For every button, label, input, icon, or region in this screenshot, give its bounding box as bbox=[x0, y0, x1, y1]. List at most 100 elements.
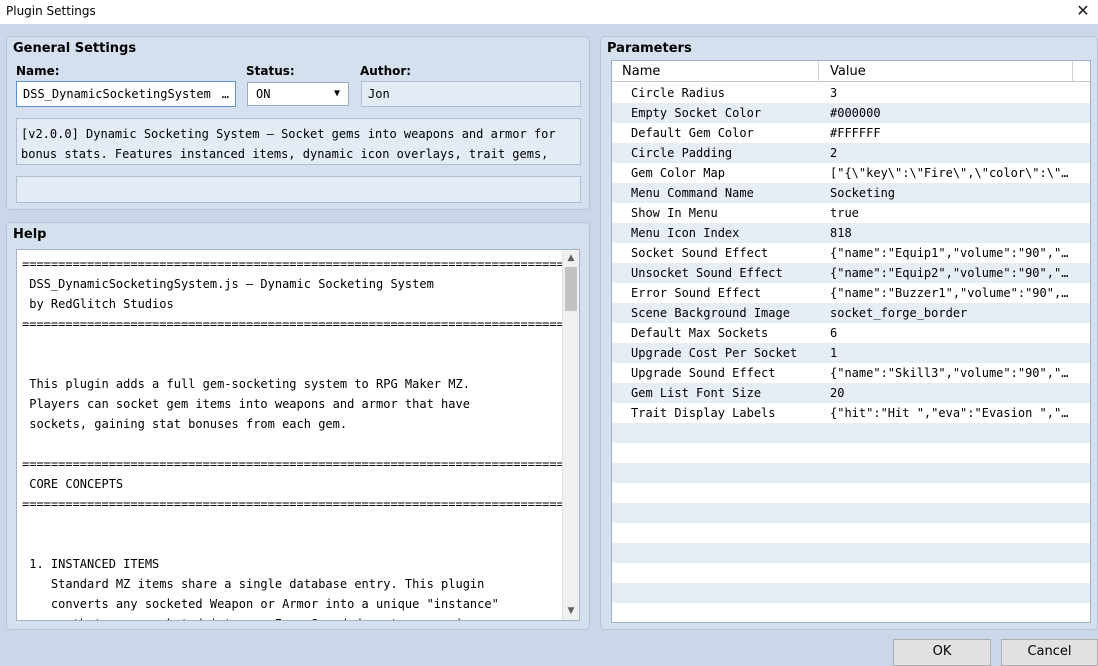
parameter-row[interactable]: Circle Padding 2 bbox=[612, 143, 1090, 163]
parameter-value: {"name":"Buzzer1","volume":"90",… bbox=[830, 286, 1069, 300]
parameter-row[interactable]: Trait Display Labels {"hit":"Hit ","eva":… bbox=[612, 403, 1090, 423]
chevron-down-icon: ▼ bbox=[333, 88, 340, 99]
parameters-table: Name Value Circle Radius 3 Empty Socket Co… bbox=[611, 60, 1091, 623]
description-field[interactable]: [v2.0.0] Dynamic Socketing System – Sock… bbox=[16, 118, 581, 165]
status-select[interactable]: ON ▼ bbox=[247, 82, 349, 106]
ok-button[interactable]: OK bbox=[893, 639, 991, 666]
parameter-value: #000000 bbox=[830, 106, 881, 120]
help-line bbox=[22, 334, 571, 354]
help-line: This plugin adds a full gem-socketing sy… bbox=[22, 377, 470, 391]
description-line-1: [v2.0.0] Dynamic Socketing System – Sock… bbox=[21, 127, 556, 141]
parameter-row[interactable]: Menu Icon Index 818 bbox=[612, 223, 1090, 243]
parameter-row[interactable]: Empty Socket Color #000000 bbox=[612, 103, 1090, 123]
help-title: Help bbox=[13, 227, 47, 242]
parameter-value: Socketing bbox=[830, 186, 896, 200]
parameter-row[interactable]: Menu Command Name Socketing bbox=[612, 183, 1090, 203]
parameter-name: Socket Sound Effect bbox=[631, 246, 769, 260]
help-line: converts any socketed Weapon or Armor in… bbox=[22, 597, 499, 611]
empty-row bbox=[612, 563, 1090, 583]
column-header-name[interactable]: Name bbox=[622, 64, 660, 79]
parameter-row[interactable]: Upgrade Cost Per Socket 1 bbox=[612, 343, 1090, 363]
parameter-value: {"name":"Equip2","volume":"90","… bbox=[830, 266, 1069, 280]
parameter-row[interactable]: Gem Color Map ["{\"key\":\"Fire\",\"color… bbox=[612, 163, 1090, 183]
help-line: by RedGlitch Studios bbox=[22, 297, 174, 311]
status-value: ON bbox=[256, 87, 271, 101]
help-content: ========================================… bbox=[22, 254, 572, 620]
parameter-value: socket_forge_border bbox=[830, 306, 968, 320]
author-field[interactable]: Jon bbox=[361, 81, 581, 107]
help-line: ========================================… bbox=[22, 317, 572, 331]
parameter-name: Menu Command Name bbox=[631, 186, 754, 200]
help-line: ========================================… bbox=[22, 257, 572, 271]
parameter-name: Circle Radius bbox=[631, 86, 725, 100]
parameter-name: Unsocket Sound Effect bbox=[631, 266, 783, 280]
parameter-row[interactable]: Unsocket Sound Effect {"name":"Equip2","v… bbox=[612, 263, 1090, 283]
help-scrollbar[interactable]: ▲ ▼ bbox=[562, 250, 579, 620]
help-line: sockets, gaining stat bonuses from each … bbox=[22, 417, 348, 431]
help-line bbox=[22, 354, 571, 374]
general-settings-title: General Settings bbox=[13, 41, 137, 56]
empty-row bbox=[612, 463, 1090, 483]
parameter-row[interactable]: Upgrade Sound Effect {"name":"Skill3","vo… bbox=[612, 363, 1090, 383]
parameter-row[interactable]: Scene Background Image socket_forge_borde… bbox=[612, 303, 1090, 323]
description-line-2: bonus stats. Features instanced items, d… bbox=[21, 147, 549, 161]
empty-row bbox=[612, 443, 1090, 463]
scroll-down-icon[interactable]: ▼ bbox=[563, 603, 579, 620]
cancel-button[interactable]: Cancel bbox=[1001, 639, 1098, 666]
parameter-value: 2 bbox=[830, 146, 838, 160]
parameter-name: Upgrade Sound Effect bbox=[631, 366, 776, 380]
empty-row bbox=[612, 503, 1090, 523]
parameter-name: Gem List Font Size bbox=[631, 386, 762, 400]
name-value: DSS_DynamicSocketingSystem bbox=[23, 87, 211, 101]
empty-row bbox=[612, 483, 1090, 503]
parameter-row[interactable]: Show In Menu true bbox=[612, 203, 1090, 223]
parameter-row[interactable]: Default Gem Color #FFFFFF bbox=[612, 123, 1090, 143]
help-text-area[interactable]: ========================================… bbox=[16, 249, 580, 621]
parameter-value: 1 bbox=[830, 346, 838, 360]
parameter-row[interactable]: Socket Sound Effect {"name":"Equip1","vol… bbox=[612, 243, 1090, 263]
parameter-name: Trait Display Labels bbox=[631, 406, 776, 420]
close-icon[interactable]: ✕ bbox=[1074, 1, 1092, 21]
name-browse-button[interactable]: … bbox=[222, 82, 229, 106]
parameter-name: Gem Color Map bbox=[631, 166, 725, 180]
parameter-name: Default Gem Color bbox=[631, 126, 754, 140]
help-line: so that gems socketed into one Iron Swor… bbox=[22, 614, 571, 620]
parameters-title: Parameters bbox=[607, 41, 692, 56]
help-panel: Help ===================================… bbox=[6, 222, 590, 630]
empty-row bbox=[612, 523, 1090, 543]
parameter-row[interactable]: Error Sound Effect {"name":"Buzzer1","vol… bbox=[612, 283, 1090, 303]
column-divider[interactable] bbox=[818, 61, 819, 82]
help-line bbox=[22, 514, 571, 534]
parameters-panel: Parameters Name Value Circle Radius 3 Empt… bbox=[600, 36, 1098, 630]
help-line: DSS_DynamicSocketingSystem.js – Dynamic … bbox=[22, 277, 434, 291]
parameter-value: {"name":"Skill3","volume":"90","… bbox=[830, 366, 1069, 380]
parameter-name: Error Sound Effect bbox=[631, 286, 762, 300]
name-label: Name: bbox=[16, 64, 60, 78]
name-field[interactable]: DSS_DynamicSocketingSystem … bbox=[16, 81, 236, 107]
parameter-name: Upgrade Cost Per Socket bbox=[631, 346, 798, 360]
column-header-value[interactable]: Value bbox=[830, 64, 866, 79]
parameter-value: {"name":"Equip1","volume":"90","… bbox=[830, 246, 1069, 260]
parameter-row[interactable]: Circle Radius 3 bbox=[612, 83, 1090, 103]
general-settings-panel: General Settings Name: Status: Author: D… bbox=[6, 36, 590, 210]
help-line bbox=[22, 534, 571, 554]
scroll-up-icon[interactable]: ▲ bbox=[563, 250, 579, 267]
title-bar: Plugin Settings ✕ bbox=[0, 0, 1098, 24]
empty-row bbox=[612, 603, 1090, 622]
parameters-header: Name Value bbox=[612, 61, 1090, 82]
status-label: Status: bbox=[246, 64, 295, 78]
parameter-row[interactable]: Gem List Font Size 20 bbox=[612, 383, 1090, 403]
help-line bbox=[22, 434, 571, 454]
extra-field[interactable] bbox=[16, 176, 581, 203]
parameter-name: Menu Icon Index bbox=[631, 226, 740, 240]
help-line: ========================================… bbox=[22, 457, 572, 471]
parameter-row[interactable]: Default Max Sockets 6 bbox=[612, 323, 1090, 343]
window-title: Plugin Settings bbox=[6, 4, 96, 18]
empty-row bbox=[612, 583, 1090, 603]
parameter-value: 20 bbox=[830, 386, 845, 400]
help-line: CORE CONCEPTS bbox=[22, 477, 124, 491]
parameter-name: Circle Padding bbox=[631, 146, 733, 160]
column-divider[interactable] bbox=[1072, 61, 1073, 82]
scroll-thumb[interactable] bbox=[565, 267, 577, 311]
parameter-value: 818 bbox=[830, 226, 852, 240]
